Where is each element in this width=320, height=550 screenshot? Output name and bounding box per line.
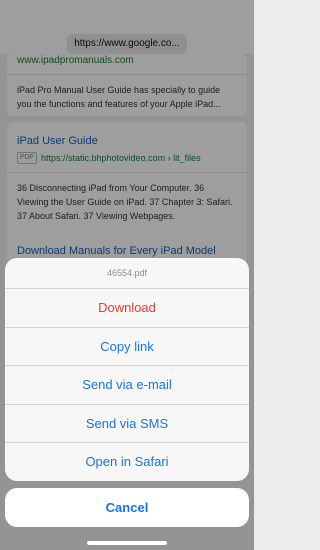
action-sheet-title: 46554.pdf [106, 268, 148, 278]
open-in-safari-button[interactable]: Open in Safari [5, 442, 249, 481]
download-button[interactable]: Download [5, 288, 249, 327]
home-indicator[interactable] [87, 541, 167, 545]
send-via-email-button[interactable]: Send via e-mail [5, 365, 249, 404]
send-via-sms-button[interactable]: Send via SMS [5, 403, 249, 443]
action-sheet: 46554.pdf Download Copy link Send via e-… [5, 258, 249, 481]
copy-link-button[interactable]: Copy link [5, 326, 249, 366]
cancel-button[interactable]: Cancel [5, 488, 249, 527]
